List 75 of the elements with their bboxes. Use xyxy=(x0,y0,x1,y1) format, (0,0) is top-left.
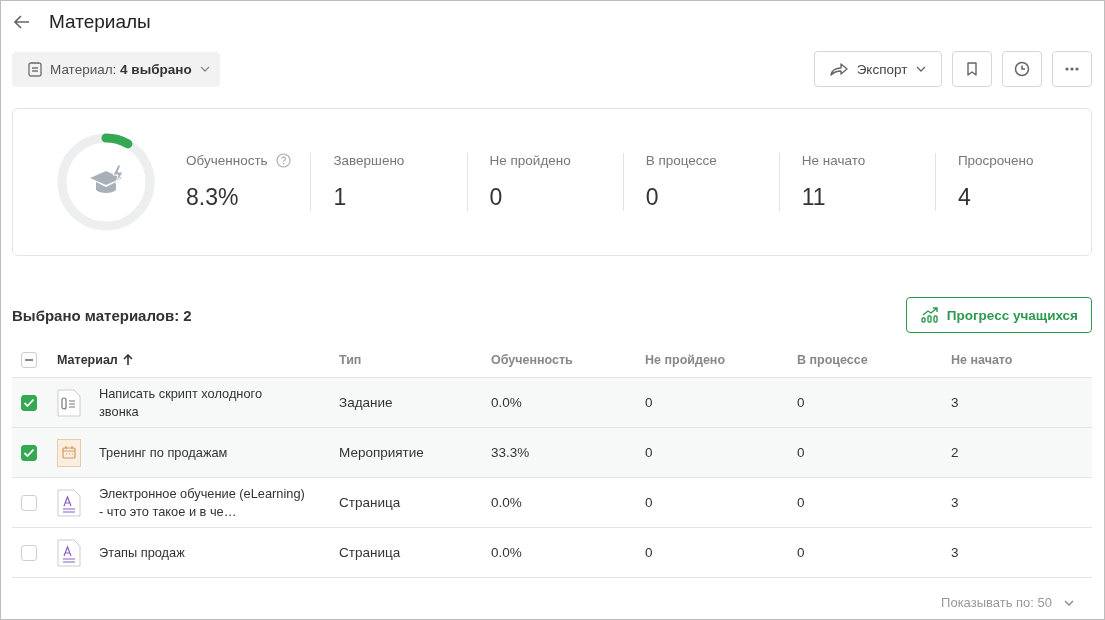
back-arrow-icon[interactable] xyxy=(14,15,30,29)
table-cell: 33.3% xyxy=(491,445,530,460)
page-title: Материалы xyxy=(49,11,151,33)
table-row[interactable]: Тренинг по продажам Мероприятие 33.3% 0 0 2 xyxy=(12,428,1092,478)
task-file-icon xyxy=(57,388,81,417)
stat-value: 4 xyxy=(957,184,972,211)
more-icon xyxy=(1065,67,1079,71)
stat-label: Обученность xyxy=(186,153,268,168)
notepad-icon xyxy=(28,61,42,77)
column-header[interactable]: Не начато xyxy=(951,353,1013,367)
column-header[interactable]: Тип xyxy=(339,353,362,367)
table-row[interactable]: Электронное обучение (eLearning) - что это такое и в че… Страница 0.0% 0 0 3 xyxy=(12,478,1092,528)
table-cell: 0 xyxy=(797,545,805,560)
calendar-file-icon xyxy=(57,438,81,467)
history-button[interactable] xyxy=(1002,51,1042,87)
column-header[interactable]: Обученность xyxy=(491,353,573,367)
stat-label: Просрочено xyxy=(957,153,1034,168)
stat-label: В процессе xyxy=(645,153,717,168)
column-header[interactable]: В процессе xyxy=(797,353,868,367)
selected-count: Выбрано материалов: 2 xyxy=(12,306,192,324)
sort-up-arrow-icon xyxy=(122,354,133,366)
table-cell: 2 xyxy=(951,445,959,460)
row-checkbox[interactable] xyxy=(21,444,37,461)
table-cell: 0 xyxy=(645,495,653,510)
export-button[interactable]: Экспорт xyxy=(814,51,942,87)
table-cell: 0 xyxy=(645,395,653,410)
material-name[interactable]: Написать скрипт холодного звонка xyxy=(99,384,305,421)
help-icon[interactable] xyxy=(275,153,291,168)
stat-value: 8.3% xyxy=(186,184,240,211)
table-cell: Мероприятие xyxy=(339,445,424,460)
bar-chart-icon xyxy=(920,307,939,323)
stat-value: 11 xyxy=(801,184,827,211)
table-cell: 3 xyxy=(951,545,959,560)
stat-label: Не пройдено xyxy=(489,153,571,168)
stat-value: 1 xyxy=(333,184,348,211)
chevron-down-icon xyxy=(199,66,210,72)
table-cell: 0 xyxy=(645,445,653,460)
row-checkbox[interactable] xyxy=(21,494,37,511)
bookmark-icon xyxy=(966,62,978,76)
table-cell: 3 xyxy=(951,395,959,410)
table-cell: 3 xyxy=(951,495,959,510)
stat-label: Не начато xyxy=(801,153,866,168)
column-header[interactable]: Не пройдено xyxy=(645,353,726,367)
table-cell: 0 xyxy=(797,395,805,410)
table-cell: 0.0% xyxy=(491,395,522,410)
table-cell: Задание xyxy=(339,395,393,410)
text-page-icon xyxy=(57,488,81,517)
material-name[interactable]: Этапы продаж xyxy=(99,543,305,562)
table-cell: 0.0% xyxy=(491,495,522,510)
stat-label: Завершено xyxy=(333,153,405,168)
chevron-down-icon xyxy=(916,66,927,72)
material-filter[interactable]: Материал: 4 выбрано xyxy=(12,51,220,87)
row-checkbox[interactable] xyxy=(21,394,37,411)
table-cell: 0 xyxy=(797,445,805,460)
stat-value: 0 xyxy=(645,184,660,211)
column-header[interactable]: Материал xyxy=(57,353,118,367)
table-cell: 0 xyxy=(645,545,653,560)
material-name[interactable]: Электронное обучение (eLearning) - что это такое и в че… xyxy=(99,484,305,521)
table-row[interactable]: Этапы продаж Страница 0.0% 0 0 3 xyxy=(12,528,1092,578)
clock-icon xyxy=(1014,61,1030,77)
material-name[interactable]: Тренинг по продажам xyxy=(99,443,305,462)
bookmark-button[interactable] xyxy=(952,51,992,87)
table-cell: 0 xyxy=(797,495,805,510)
learner-progress-button[interactable]: Прогресс учащихся xyxy=(905,297,1092,333)
share-arrow-icon xyxy=(829,62,848,76)
table-cell: 0.0% xyxy=(491,545,522,560)
more-button[interactable] xyxy=(1052,51,1092,87)
select-all-checkbox[interactable] xyxy=(21,352,37,368)
table-cell: Страница xyxy=(339,495,401,510)
table-cell: Страница xyxy=(339,545,401,560)
stat-value: 0 xyxy=(489,184,504,211)
text-page-icon xyxy=(57,538,81,567)
chevron-down-icon xyxy=(1064,599,1074,606)
table-row[interactable]: Написать скрипт холодного звонка Задание 0.0% 0 0 3 xyxy=(12,378,1092,428)
row-checkbox[interactable] xyxy=(21,544,37,561)
